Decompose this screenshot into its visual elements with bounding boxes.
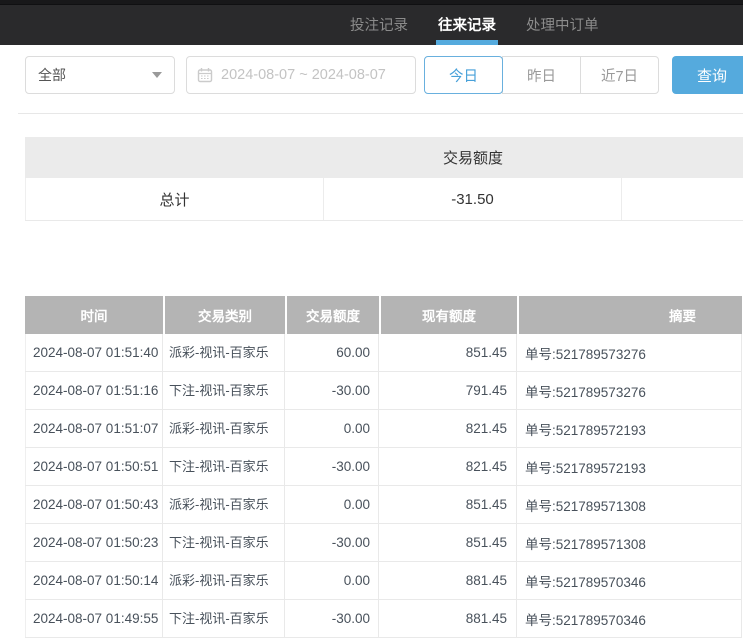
quick-range-group: 今日 昨日 近7日 <box>424 56 659 94</box>
summary-total-amount: -31.50 <box>324 178 622 220</box>
cell-time: 2024-08-07 01:50:43 <box>25 486 163 523</box>
category-select[interactable]: 全部 <box>25 56 175 94</box>
cell-amount: -30.00 <box>285 372 379 409</box>
cell-summary: 单号:521789573276 <box>517 372 742 409</box>
cell-balance: 821.45 <box>379 410 517 447</box>
summary-table: 交易额度 总计 -31.50 <box>25 137 743 221</box>
tab-label: 投注记录 <box>350 14 408 35</box>
cell-time: 2024-08-07 01:50:23 <box>25 524 163 561</box>
cell-time: 2024-08-07 01:51:07 <box>25 410 163 447</box>
cell-type: 下注-视讯-百家乐 <box>163 600 285 637</box>
table-row: 2024-08-07 01:50:43 派彩-视讯-百家乐 0.00 851.4… <box>25 486 742 524</box>
cell-time: 2024-08-07 01:51:40 <box>25 334 163 371</box>
cell-balance: 881.45 <box>379 600 517 637</box>
cell-summary: 单号:521789573276 <box>517 334 742 371</box>
table-row: 2024-08-07 01:50:14 派彩-视讯-百家乐 0.00 881.4… <box>25 562 742 600</box>
tab-processing-orders[interactable]: 处理中订单 <box>526 0 599 45</box>
table-row: 2024-08-07 01:51:40 派彩-视讯-百家乐 60.00 851.… <box>25 334 742 372</box>
date-range-input[interactable]: 2024-08-07 ~ 2024-08-07 <box>186 56 416 94</box>
summary-header-clipped <box>622 137 743 178</box>
tab-label: 往来记录 <box>438 14 496 35</box>
cell-time: 2024-08-07 01:50:14 <box>25 562 163 599</box>
today-button[interactable]: 今日 <box>424 56 503 94</box>
cell-summary: 单号:521789572193 <box>517 448 742 485</box>
query-button[interactable]: 查询 <box>672 56 743 94</box>
tab-transaction-records[interactable]: 往来记录 <box>438 0 496 45</box>
cell-summary: 单号:521789571308 <box>517 486 742 523</box>
cell-time: 2024-08-07 01:51:16 <box>25 372 163 409</box>
last-7-days-button[interactable]: 近7日 <box>580 56 659 94</box>
summary-total-clipped <box>622 178 743 220</box>
page: 投注记录 往来记录 处理中订单 全部 2024-08-07 ~ 2024-08-… <box>0 0 743 641</box>
cell-amount: 0.00 <box>285 562 379 599</box>
cell-balance: 791.45 <box>379 372 517 409</box>
cell-amount: 0.00 <box>285 410 379 447</box>
cell-time: 2024-08-07 01:49:55 <box>25 600 163 637</box>
column-header-time: 时间 <box>25 296 163 334</box>
today-button-label: 今日 <box>449 65 478 86</box>
cell-balance: 881.45 <box>379 562 517 599</box>
cell-type: 派彩-视讯-百家乐 <box>163 562 285 599</box>
summary-total-row: 总计 -31.50 <box>25 178 743 221</box>
table-row: 2024-08-07 01:51:07 派彩-视讯-百家乐 0.00 821.4… <box>25 410 742 448</box>
tab-list: 投注记录 往来记录 处理中订单 <box>350 0 599 45</box>
category-select-value: 全部 <box>38 65 66 85</box>
tab-betting-records[interactable]: 投注记录 <box>350 0 408 45</box>
column-header-amount: 交易额度 <box>285 296 379 334</box>
cell-amount: 60.00 <box>285 334 379 371</box>
column-header-type: 交易类别 <box>163 296 285 334</box>
table-row: 2024-08-07 01:50:23 下注-视讯-百家乐 -30.00 851… <box>25 524 742 562</box>
table-row: 2024-08-07 01:51:16 下注-视讯-百家乐 -30.00 791… <box>25 372 742 410</box>
summary-header-blank <box>25 137 324 178</box>
cell-balance: 821.45 <box>379 448 517 485</box>
cell-type: 派彩-视讯-百家乐 <box>163 334 285 371</box>
cell-amount: -30.00 <box>285 524 379 561</box>
cell-summary: 单号:521789570346 <box>517 600 742 637</box>
transactions-body: 2024-08-07 01:51:40 派彩-视讯-百家乐 60.00 851.… <box>25 334 742 638</box>
cell-balance: 851.45 <box>379 486 517 523</box>
table-row: 2024-08-07 01:50:51 下注-视讯-百家乐 -30.00 821… <box>25 448 742 486</box>
cell-balance: 851.45 <box>379 334 517 371</box>
yesterday-button-label: 昨日 <box>527 65 556 86</box>
active-tab-underline <box>436 40 498 45</box>
cell-summary: 单号:521789570346 <box>517 562 742 599</box>
chevron-down-icon <box>152 72 162 78</box>
summary-header-amount: 交易额度 <box>324 137 622 178</box>
transactions-table: 时间 交易类别 交易额度 现有额度 摘要 2024-08-07 01:51:40… <box>25 296 742 638</box>
section-divider <box>18 113 743 114</box>
column-header-summary: 摘要 <box>517 296 742 334</box>
yesterday-button[interactable]: 昨日 <box>502 56 581 94</box>
cell-amount: -30.00 <box>285 600 379 637</box>
cell-type: 下注-视讯-百家乐 <box>163 448 285 485</box>
summary-header-row: 交易额度 <box>25 137 743 178</box>
summary-total-label: 总计 <box>25 178 324 220</box>
date-range-value: 2024-08-07 ~ 2024-08-07 <box>221 67 386 83</box>
table-row: 2024-08-07 01:49:55 下注-视讯-百家乐 -30.00 881… <box>25 600 742 638</box>
transactions-header-row: 时间 交易类别 交易额度 现有额度 摘要 <box>25 296 742 334</box>
cell-balance: 851.45 <box>379 524 517 561</box>
cell-time: 2024-08-07 01:50:51 <box>25 448 163 485</box>
cell-summary: 单号:521789572193 <box>517 410 742 447</box>
cell-type: 下注-视讯-百家乐 <box>163 372 285 409</box>
last-7-days-button-label: 近7日 <box>601 65 638 86</box>
cell-type: 下注-视讯-百家乐 <box>163 524 285 561</box>
cell-amount: -30.00 <box>285 448 379 485</box>
tab-label: 处理中订单 <box>526 14 599 35</box>
cell-summary: 单号:521789571308 <box>517 524 742 561</box>
calendar-icon <box>197 67 213 83</box>
cell-amount: 0.00 <box>285 486 379 523</box>
cell-type: 派彩-视讯-百家乐 <box>163 410 285 447</box>
tab-bar: 投注记录 往来记录 处理中订单 <box>0 0 743 45</box>
cell-type: 派彩-视讯-百家乐 <box>163 486 285 523</box>
column-header-balance: 现有额度 <box>379 296 517 334</box>
